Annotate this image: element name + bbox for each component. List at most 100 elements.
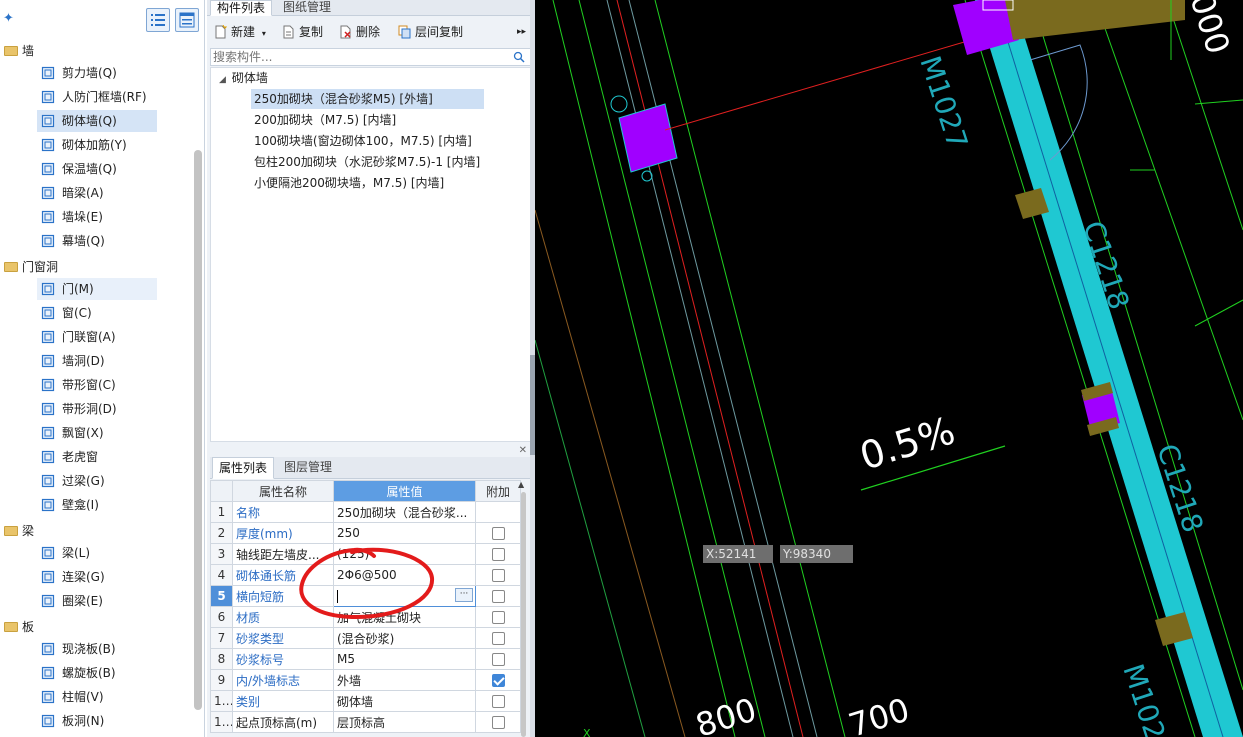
property-row[interactable]: 11 起点顶标高(m) 层顶标高 (210, 711, 521, 733)
tree-item[interactable]: 飘窗(X) (37, 422, 157, 444)
group-row[interactable]: ◢ 砌体墙 (219, 68, 268, 88)
tree-item[interactable]: 过梁(G) (37, 470, 157, 492)
tree-item[interactable]: 砌体加筋(Y) (37, 134, 157, 156)
tree-category-label: 梁 (22, 524, 35, 538)
property-value[interactable]: M5 (333, 648, 476, 670)
tree-category[interactable]: 墙 (0, 40, 34, 62)
tab-drawing-management[interactable]: 图纸管理 (277, 0, 337, 16)
tree-item[interactable]: 带形洞(D) (37, 398, 157, 420)
extra-checkbox[interactable] (491, 695, 505, 708)
list-view-button[interactable] (146, 8, 170, 32)
close-icon[interactable]: ✕ (519, 445, 527, 456)
floor-copy-button[interactable]: 层间复制 (397, 22, 463, 42)
tree-item[interactable]: 门联窗(A) (37, 326, 157, 348)
lintel-top (1005, 0, 1185, 40)
component-item[interactable]: 小便隔池200砌块墙，M7.5) [内墙] (251, 173, 444, 193)
tree-item[interactable]: 梁(L) (37, 542, 157, 564)
delete-button[interactable]: 删除 (338, 22, 380, 42)
component-item[interactable]: 100砌块墙(窗边砌体100，M7.5) [内墙] (251, 131, 472, 151)
tree-item[interactable]: 保温墙(Q) (37, 158, 157, 180)
extra-header[interactable]: 附加 (475, 480, 521, 502)
tree-item[interactable]: 门(M) (37, 278, 157, 300)
scroll-up-icon[interactable]: ▲ (518, 480, 524, 489)
component-item[interactable]: 200加砌块（M7.5) [内墙] (251, 110, 396, 130)
tree-item[interactable]: 带形窗(C) (37, 374, 157, 396)
extra-checkbox[interactable] (491, 611, 505, 624)
column-marker-circle-2 (641, 170, 653, 182)
tree-item-label: 圈梁(E) (62, 594, 103, 608)
detail-view-button[interactable] (175, 8, 199, 32)
tree-item-label: 门(M) (62, 282, 94, 296)
dimension-text-top: 000 (1182, 0, 1237, 59)
tree-item[interactable]: 人防门框墙(RF) (37, 86, 157, 108)
extra-checkbox[interactable] (491, 653, 505, 666)
tree-item[interactable]: 窗(C) (37, 302, 157, 324)
add-sparkle-icon[interactable]: ✦ (3, 11, 14, 26)
axis-indicator: X (583, 727, 591, 737)
property-value[interactable]: 层顶标高 (333, 711, 476, 733)
property-value-header[interactable]: 属性值 (333, 480, 476, 502)
more-tools-button[interactable]: ▸▸ (517, 22, 526, 42)
extra-checkbox[interactable] (491, 527, 505, 540)
property-scroll-thumb[interactable] (521, 492, 526, 737)
property-row[interactable]: 8 砂浆标号 M5 (210, 648, 521, 670)
tree-item[interactable]: 螺旋板(B) (37, 662, 157, 684)
property-value[interactable]: (混合砂浆) (333, 627, 476, 649)
panel-splitter[interactable]: ✕ (207, 445, 534, 457)
component-item[interactable]: 包柱200加砌块（水泥砂浆M7.5)-1 [内墙] (251, 152, 480, 172)
collapse-triangle-icon[interactable]: ◢ (219, 75, 226, 85)
property-name-header[interactable]: 属性名称 (232, 480, 334, 502)
new-dropdown-icon[interactable]: ▾ (262, 29, 266, 38)
delete-label: 删除 (356, 25, 381, 39)
tree-item-label: 老虎窗 (62, 450, 99, 464)
tab-property-list[interactable]: 属性列表 (212, 457, 275, 479)
extra-checkbox[interactable] (491, 716, 505, 729)
tree-item[interactable]: 暗梁(A) (37, 182, 157, 204)
extra-checkbox[interactable] (491, 632, 505, 645)
tree-item[interactable]: 墙洞(D) (37, 350, 157, 372)
cad-viewport[interactable]: M1027 C1218 C1218 M1027 0.5% 000 800 700… (535, 0, 1243, 737)
tree-item[interactable]: 幕墙(Q) (37, 230, 157, 252)
property-scrollbar[interactable]: ▲ (518, 480, 528, 737)
tree-item[interactable]: 墙垛(E) (37, 206, 157, 228)
tree-item-label: 墙洞(D) (62, 354, 105, 368)
property-row[interactable]: 1 名称 250加砌块（混合砂浆... (210, 501, 521, 523)
detail-view-icon (179, 12, 195, 28)
property-row[interactable]: 7 砂浆类型 (混合砂浆) (210, 627, 521, 649)
tree-item[interactable]: 柱帽(V) (37, 686, 157, 708)
tab-layer-management[interactable]: 图层管理 (278, 457, 338, 479)
tree-scrollbar[interactable] (194, 150, 202, 710)
tree-item[interactable]: 连梁(G) (37, 566, 157, 588)
tree-item[interactable]: 老虎窗 (37, 446, 157, 468)
property-value[interactable]: 砌体墙 (333, 690, 476, 712)
tree-item[interactable]: 剪力墙(Q) (37, 62, 157, 84)
tree-item[interactable]: 板洞(N) (37, 710, 157, 732)
tree-item[interactable]: 壁龛(I) (37, 494, 157, 516)
property-row[interactable]: 9 内/外墙标志 外墙 (210, 669, 521, 691)
component-item[interactable]: 250加砌块（混合砂浆M5) [外墙] (251, 89, 484, 109)
tree-item-label: 板洞(N) (62, 714, 105, 728)
extra-cell (475, 522, 521, 544)
tree-item-label: 螺旋板(B) (62, 666, 116, 680)
tree-item[interactable]: 圈梁(E) (37, 590, 157, 612)
property-value[interactable]: 250加砌块（混合砂浆... (333, 501, 476, 523)
tree-category[interactable]: 门窗洞 (0, 256, 58, 278)
tree-item[interactable]: 砌体墙(Q) (37, 110, 157, 132)
tab-component-list[interactable]: 构件列表 (210, 0, 273, 16)
tree-category[interactable]: 梁 (0, 520, 34, 542)
extra-checkbox[interactable] (491, 674, 505, 687)
search-input[interactable] (211, 49, 501, 65)
tree-item[interactable]: 现浇板(B) (37, 638, 157, 660)
copy-button[interactable]: 复制 (281, 22, 323, 42)
extra-checkbox[interactable] (491, 548, 505, 561)
cad-drawing[interactable]: M1027 C1218 C1218 M1027 0.5% 000 800 700… (535, 0, 1243, 737)
row-number: 6 (210, 606, 233, 628)
more-options-button[interactable]: ··· (455, 588, 473, 602)
extra-checkbox[interactable] (491, 569, 505, 582)
extra-checkbox[interactable] (491, 590, 505, 603)
property-row[interactable]: 10 类别 砌体墙 (210, 690, 521, 712)
new-button[interactable]: 新建 ▾ (213, 22, 266, 42)
property-value[interactable]: 外墙 (333, 669, 476, 691)
search-icon[interactable] (513, 51, 525, 63)
tree-category[interactable]: 板 (0, 616, 34, 638)
